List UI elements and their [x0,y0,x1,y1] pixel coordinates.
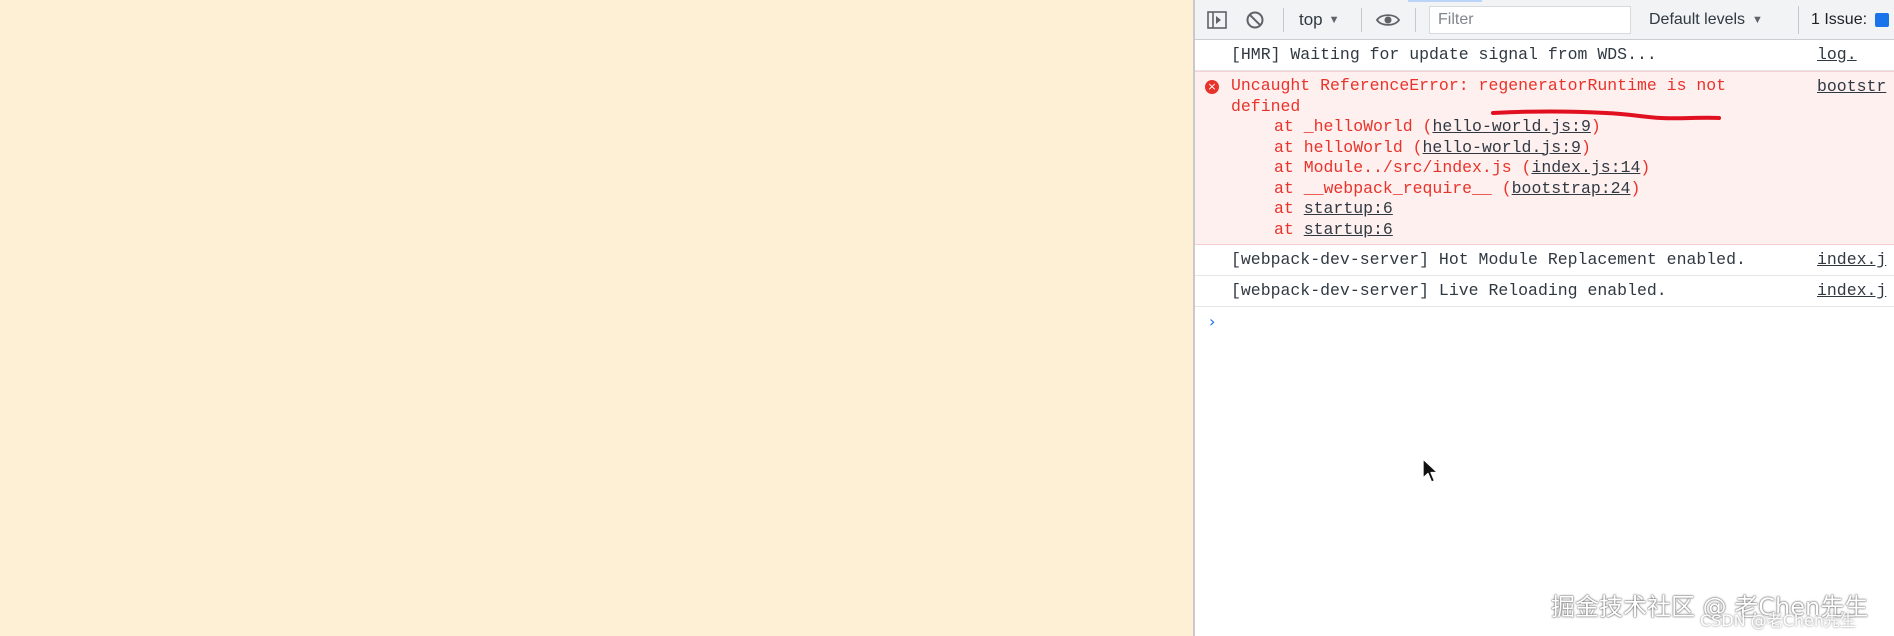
stack-frame-link[interactable]: startup:6 [1304,220,1393,239]
issues-button[interactable]: 1 Issue: [1798,6,1894,34]
toolbar-accent [1408,0,1482,2]
stack-frame: at startup:6 [1274,219,1393,239]
stack-frame: at __webpack_require__ (bootstrap:24) [1274,178,1641,198]
clear-console-icon[interactable] [1243,8,1267,32]
error-icon: × [1205,80,1219,94]
message-text: [HMR] Waiting for update signal from WDS… [1231,45,1657,64]
console-message: [webpack-dev-server] Hot Module Replacem… [1195,245,1894,276]
stack-frame: at startup:6 [1274,199,1393,218]
console-output: [HMR] Waiting for update signal from WDS… [1195,40,1894,636]
sidebar-toggle-icon[interactable] [1205,8,1229,32]
stack-frame-link[interactable]: startup:6 [1304,199,1393,218]
console-prompt[interactable]: › [1195,307,1894,335]
console-message: [HMR] Waiting for update signal from WDS… [1195,40,1894,71]
context-selector[interactable]: top ▼ [1299,8,1340,32]
message-text: [webpack-dev-server] Live Reloading enab… [1231,281,1667,300]
console-toolbar: top ▼ Default levels ▼ 1 Issue: [1195,0,1894,40]
inspected-page [0,0,1193,636]
toolbar-divider [1415,8,1416,32]
stack-frame-link[interactable]: bootstrap:24 [1512,179,1631,198]
console-message: [webpack-dev-server] Live Reloading enab… [1195,276,1894,307]
prompt-chevron-icon: › [1209,311,1216,331]
source-link[interactable]: log. [1817,45,1857,65]
issues-badge-icon [1875,13,1890,27]
message-text: [webpack-dev-server] Hot Module Replacem… [1231,250,1746,269]
filter-input[interactable] [1429,6,1631,34]
log-levels-selector[interactable]: Default levels ▼ [1649,8,1763,32]
stack-frame-link[interactable]: hello-world.js:9 [1423,138,1581,157]
caret-down-icon: ▼ [1752,14,1763,26]
error-text: Uncaught ReferenceError: regeneratorRunt… [1231,76,1736,116]
context-label: top [1299,10,1323,29]
mouse-cursor-icon [1422,458,1439,483]
caret-down-icon: ▼ [1328,14,1340,26]
eye-icon[interactable] [1376,8,1400,32]
toolbar-divider [1361,8,1362,32]
stack-frame-link[interactable]: index.js:14 [1531,158,1640,177]
devtools-panel: top ▼ Default levels ▼ 1 Issue: [HMR] Wa… [1193,0,1894,636]
toolbar-divider [1283,8,1284,32]
stack-frame: at Module../src/index.js (index.js:14) [1274,158,1651,177]
stack-frame: at _helloWorld (hello-world.js:9) [1274,117,1601,136]
source-link[interactable]: index.j [1817,250,1886,270]
stack-frame: at helloWorld (hello-world.js:9) [1274,137,1591,157]
issues-label: 1 Issue: [1811,11,1868,28]
source-link[interactable]: bootstr [1817,77,1886,97]
stack-frame-link[interactable]: hello-world.js:9 [1432,117,1590,136]
watermark-secondary: CSDN @老Chen先生 [1700,611,1857,630]
levels-label: Default levels [1649,11,1746,28]
stack-trace: at _helloWorld (hello-world.js:9) at hel… [1231,117,1894,240]
source-link[interactable]: index.j [1817,281,1886,301]
console-error-message: × Uncaught ReferenceError: regeneratorRu… [1195,71,1894,245]
